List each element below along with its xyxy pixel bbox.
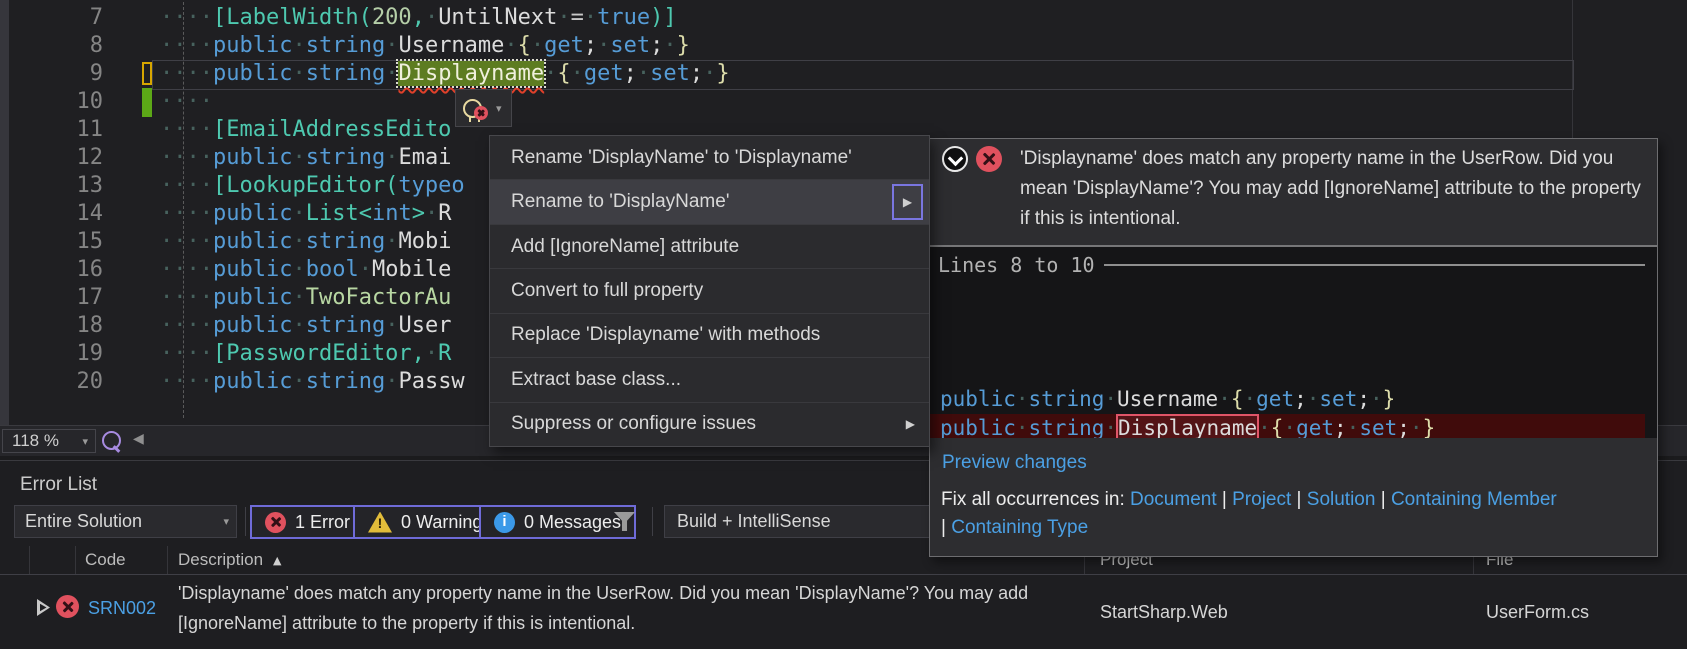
change-mark-modified: [142, 62, 152, 85]
code-line-10[interactable]: 10 ····: [0, 88, 1687, 116]
messages-filter-label: 0 Messages: [524, 511, 622, 532]
link-separator: |: [1296, 489, 1307, 510]
row-expander-icon[interactable]: [37, 599, 50, 616]
expand-chevron-icon[interactable]: [942, 146, 968, 172]
menu-item-3[interactable]: Add [IgnoreName] attribute: [490, 225, 929, 270]
menu-item-4[interactable]: Convert to full property: [490, 269, 929, 314]
chevron-down-icon: ▾: [82, 434, 88, 448]
link-separator: |: [1221, 489, 1233, 510]
popup-actions: Preview changes Fix all occurrences in: …: [930, 438, 1657, 556]
error-description: 'Displayname' does match any property na…: [178, 583, 1029, 633]
menu-item-6[interactable]: Extract base class...: [490, 358, 929, 403]
line-number: 9: [89, 61, 103, 86]
analyzer-preview-popup: 'Displayname' does match any property na…: [929, 138, 1658, 557]
visual-studio-window: 7 ····[LabelWidth(200,·UntilNext·=·true)]…: [0, 0, 1687, 649]
menu-item-label: Rename to 'DisplayName': [511, 191, 730, 213]
menu-item-label: Add [IgnoreName] attribute: [511, 235, 740, 257]
document-health-icon[interactable]: [102, 431, 121, 450]
zoom-dropdown[interactable]: 118 % ▾: [2, 429, 96, 453]
sort-ascending-icon: ▲: [273, 553, 282, 567]
error-file: UserForm.cs: [1486, 602, 1589, 622]
chevron-down-icon: ▾: [496, 101, 502, 115]
menu-item-7[interactable]: Suppress or configure issues ▶: [490, 403, 929, 446]
error-icon: [265, 511, 286, 533]
warnings-filter-label: 0 Warnings: [401, 511, 492, 532]
scroll-left-arrow-icon[interactable]: ◀: [133, 431, 144, 447]
warning-icon: [368, 511, 392, 533]
scope-dropdown-value: Entire Solution: [25, 511, 143, 531]
error-icon: [56, 595, 79, 618]
line-number: 15: [76, 229, 104, 254]
rule-line: [1103, 264, 1645, 266]
error-icon: [976, 146, 1002, 172]
panel-title: Error List: [20, 474, 98, 495]
code-line-7[interactable]: 7 ····[LabelWidth(200,·UntilNext·=·true)]: [0, 4, 1687, 32]
line-number: 13: [76, 173, 104, 198]
intellisense-filter-dropdown[interactable]: Build + IntelliSense: [664, 505, 956, 538]
line-number: 19: [76, 341, 104, 366]
fix-all-link-containing-type[interactable]: Containing Type: [951, 517, 1088, 538]
change-mark-saved: [142, 88, 152, 117]
line-number: 10: [76, 89, 104, 114]
scope-dropdown[interactable]: Entire Solution ▾: [14, 505, 237, 538]
line-number: 12: [76, 145, 104, 170]
chevron-right-icon: ▶: [902, 195, 913, 210]
submenu-expand-button[interactable]: ▶: [892, 184, 923, 220]
link-separator: |: [1380, 489, 1391, 510]
preview-code-line-none: public·string·Username·{·get;·set;·}: [940, 387, 1396, 411]
menu-item-label: Rename 'DisplayName' to 'Displayname': [511, 146, 852, 168]
menu-item-1[interactable]: Rename 'DisplayName' to 'Displayname': [490, 136, 929, 181]
messages-filter-button[interactable]: 0 Messages: [479, 505, 637, 539]
menu-item-label: Replace 'Displayname' with methods: [511, 324, 821, 346]
error-code-link[interactable]: SRN002: [88, 598, 156, 619]
menu-item-5[interactable]: Replace 'Displayname' with methods: [490, 314, 929, 359]
info-icon: [494, 511, 515, 533]
rename-highlight[interactable]: Displayname: [396, 59, 547, 88]
menu-item-label: Extract base class...: [511, 368, 682, 390]
lines-range-label: Lines 8 to 10: [938, 253, 1095, 277]
line-number: 11: [76, 117, 104, 142]
header-icon-col: [30, 546, 76, 574]
errors-filter-label: 1 Error: [295, 511, 351, 532]
preview-code-line-removed: public·string·Displayname·{·get;·set;·}: [930, 414, 1645, 438]
menu-item-2[interactable]: Rename to 'DisplayName' ▶: [490, 180, 929, 225]
line-number: 17: [76, 285, 104, 310]
fix-all-link-project[interactable]: Project: [1232, 489, 1291, 510]
toolbar-separator: [245, 507, 246, 536]
diff-removed-identifier: Displayname: [1116, 414, 1260, 438]
intellisense-filter-value: Build + IntelliSense: [677, 511, 831, 531]
toolbar-separator: [652, 507, 653, 536]
menu-item-label: Suppress or configure issues: [511, 413, 757, 435]
error-project: StartSharp.Web: [1100, 602, 1228, 622]
chevron-down-icon: ▾: [223, 515, 229, 528]
errors-filter-button[interactable]: 1 Error: [250, 505, 366, 539]
code-preview: Lines 8 to 10 public·string·Username·{·g…: [930, 247, 1657, 438]
fix-all-link-containing-member[interactable]: Containing Member: [1391, 489, 1557, 510]
line-number: 14: [76, 201, 104, 226]
fix-all-prefix: Fix all occurrences in:: [941, 489, 1131, 510]
chevron-right-icon: ▶: [905, 417, 915, 432]
error-table-row[interactable]: SRN002 'Displayname' does match any prop…: [0, 575, 1687, 649]
line-number: 8: [89, 33, 103, 58]
line-number: 20: [76, 369, 104, 394]
line-number: 18: [76, 313, 104, 338]
line-number: 16: [76, 257, 104, 282]
fix-all-link-solution[interactable]: Solution: [1307, 489, 1376, 510]
preview-changes-link[interactable]: Preview changes: [942, 452, 1087, 474]
code-line-9[interactable]: 9 ····public·string·Displayname·{·get;·se…: [0, 59, 1687, 88]
fix-all-link-document[interactable]: Document: [1130, 489, 1217, 510]
diagnostic-message: 'Displayname' does match any property na…: [1020, 148, 1641, 229]
menu-item-label: Convert to full property: [511, 279, 704, 301]
fix-all-occurrences: Fix all occurrences in: Document | Proje…: [941, 486, 1641, 542]
link-separator: |: [941, 517, 952, 538]
code-line-8[interactable]: 8 ····public·string·Username·{·get;·set;·…: [0, 32, 1687, 60]
lightbulb-button[interactable]: ▾: [455, 89, 512, 127]
error-badge-icon: [474, 106, 488, 120]
header-code[interactable]: Code: [76, 546, 168, 574]
header-blank: [0, 546, 30, 574]
line-number: 7: [89, 5, 103, 30]
quick-actions-menu: Rename 'DisplayName' to 'Displayname' Ren…: [489, 135, 930, 447]
zoom-level: 118 %: [12, 431, 59, 450]
